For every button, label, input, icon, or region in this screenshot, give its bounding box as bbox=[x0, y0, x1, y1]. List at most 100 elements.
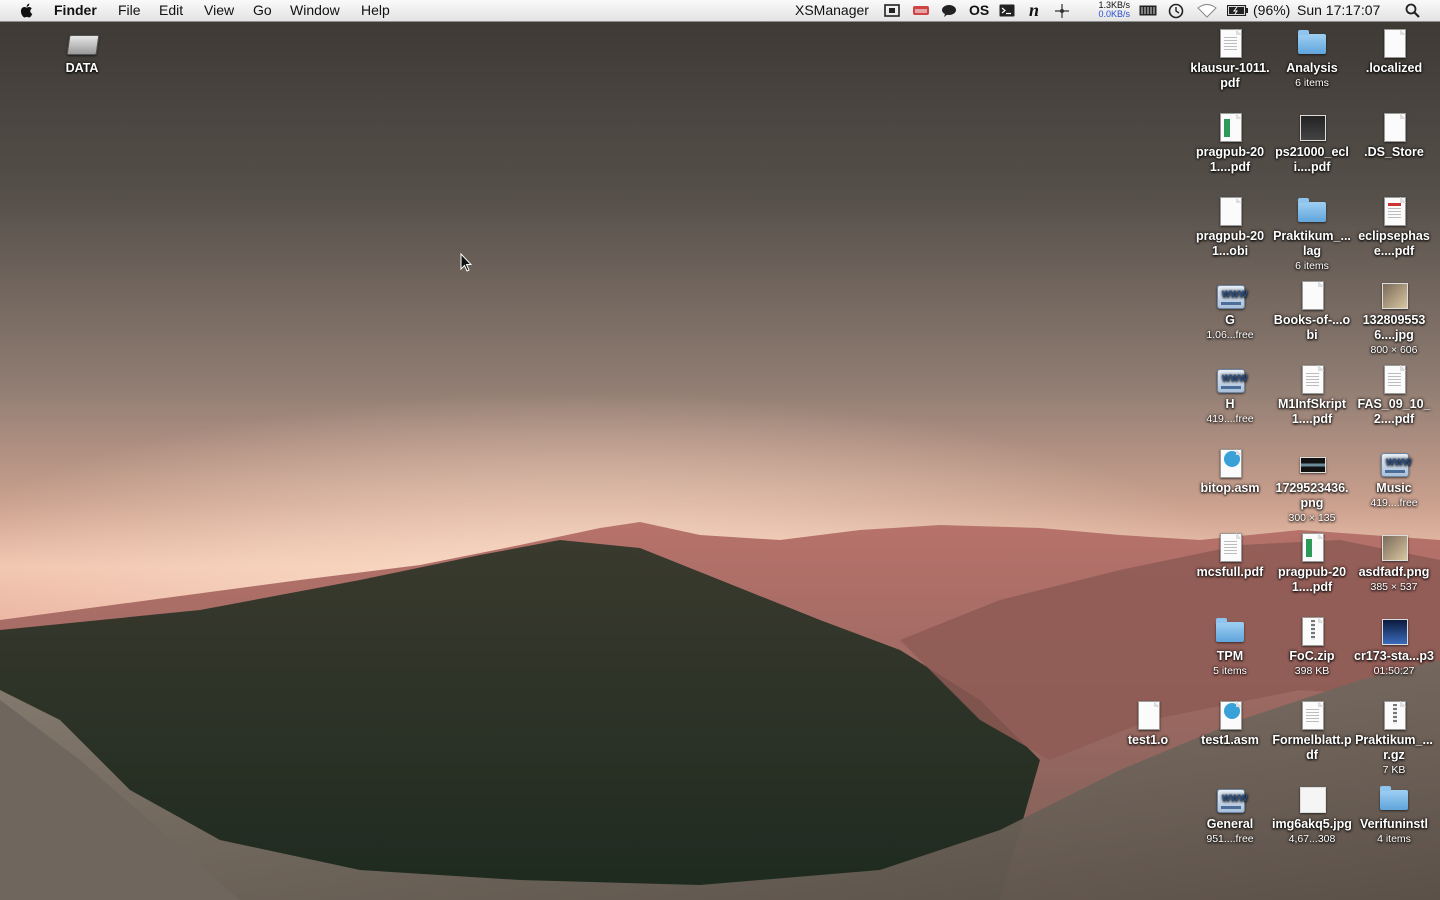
desktop-icon-label: Books-of-...obi bbox=[1273, 313, 1351, 342]
desktop-icon-info: 300 × 135 bbox=[1288, 512, 1336, 524]
desktop-icon-label: Verifuninstl bbox=[1359, 817, 1429, 831]
battery-percent[interactable]: (96%) bbox=[1253, 2, 1290, 19]
os-status[interactable]: OS bbox=[969, 2, 989, 19]
desktop-icon-label: G bbox=[1225, 313, 1235, 327]
desktop-icon-label: 1328095536....jpg bbox=[1362, 313, 1426, 342]
desktop-icon-label: mcsfull.pdf bbox=[1196, 565, 1264, 579]
desktop-icon-pragpub-201-pdf[interactable]: pragpub-201....pdf bbox=[1272, 531, 1352, 595]
memory-meter-icon[interactable] bbox=[1138, 2, 1158, 19]
pdf-icon bbox=[1296, 363, 1328, 395]
desktop-icon-label: cr173-sta...p3 bbox=[1354, 649, 1434, 663]
menu-go[interactable]: Go bbox=[253, 2, 272, 19]
mouse-pointer-icon bbox=[460, 253, 472, 272]
png-thumb-icon bbox=[1296, 447, 1328, 479]
desktop-icon-music[interactable]: WWW Music 419....free bbox=[1354, 447, 1434, 510]
menu-file[interactable]: File bbox=[118, 2, 141, 19]
desktop-icon-klausur-1011-pdf[interactable]: klausur-1011.pdf bbox=[1190, 27, 1270, 91]
desktop-icon-tpm[interactable]: TPM 5 items bbox=[1190, 615, 1270, 678]
desktop-icon-eclipsephase-pdf[interactable]: eclipsephase....pdf bbox=[1354, 195, 1434, 259]
desktop-icon-1328095536-jpg[interactable]: 1328095536....jpg 800 × 606 bbox=[1354, 279, 1434, 357]
menu-window[interactable]: Window bbox=[290, 2, 340, 19]
desktop-icon-info: 800 × 606 bbox=[1370, 344, 1418, 356]
keyboard-icon[interactable] bbox=[883, 2, 901, 19]
desktop-icon-label: Music bbox=[1376, 481, 1412, 495]
desktop-icon-praktikum-r-gz[interactable]: Praktikum_...r.gz 7 KB bbox=[1354, 699, 1434, 777]
desktop-icon-label: TPM bbox=[1216, 649, 1244, 663]
apple-menu-icon[interactable] bbox=[18, 2, 36, 19]
folder-icon bbox=[1296, 195, 1328, 227]
desktop-icon-label: pragpub-201....pdf bbox=[1277, 565, 1347, 594]
dark-thumb-icon bbox=[1296, 111, 1328, 143]
desktop-icon-label: M1InfSkript1....pdf bbox=[1277, 397, 1347, 426]
terminal-icon[interactable] bbox=[998, 2, 1016, 19]
clock[interactable]: Sun 17:17:07 bbox=[1297, 2, 1380, 19]
desktop-icon-1729523436-png[interactable]: 1729523436.png 300 × 135 bbox=[1272, 447, 1352, 525]
desktop-icon-general[interactable]: WWW General 951....free bbox=[1190, 783, 1270, 846]
desktop-icon-info: 4,67...308 bbox=[1288, 833, 1336, 845]
desktop-icon-test1-asm[interactable]: test1.asm bbox=[1190, 699, 1270, 748]
desktop-icon-analysis[interactable]: Analysis 6 items bbox=[1272, 27, 1352, 90]
zip-icon bbox=[1378, 699, 1410, 731]
desktop-icon-test1-o[interactable]: test1.o bbox=[1108, 699, 1188, 748]
zip-icon bbox=[1296, 615, 1328, 647]
desktop-icon-label: 1729523436.png bbox=[1275, 481, 1349, 510]
wifi-icon[interactable] bbox=[1196, 2, 1218, 19]
desktop-icon-ps21000-ecli-pdf[interactable]: ps21000_ecli....pdf bbox=[1272, 111, 1352, 175]
desktop-icon-info: 951....free bbox=[1206, 833, 1254, 845]
pdf-green-icon bbox=[1214, 111, 1246, 143]
desktop-icon-cr173-sta-p3[interactable]: cr173-sta...p3 01:50:27 bbox=[1354, 615, 1434, 678]
desktop-icon-img6akq5-jpg[interactable]: img6akq5.jpg 4,67...308 bbox=[1272, 783, 1352, 846]
xsmanager-status[interactable]: XSManager bbox=[795, 2, 869, 19]
desktop-icon-ds-store[interactable]: .DS_Store bbox=[1354, 111, 1434, 160]
desktop-icon-label: test1.o bbox=[1127, 733, 1169, 747]
document-icon bbox=[1214, 195, 1246, 227]
desktop-icon-fas-09-10-2-pdf[interactable]: FAS_09_10_2....pdf bbox=[1354, 363, 1434, 427]
desktop-icon-label: klausur-1011.pdf bbox=[1190, 61, 1270, 90]
desktop-icon-pragpub-201-obi[interactable]: pragpub-201...obi bbox=[1190, 195, 1270, 259]
pdf-green-icon bbox=[1296, 531, 1328, 563]
desktop-icon-verifuninstl[interactable]: Verifuninstl 4 items bbox=[1354, 783, 1434, 846]
desktop-icon-pragpub-201-pdf[interactable]: pragpub-201....pdf bbox=[1190, 111, 1270, 175]
desktop-icon-m1infskript1-pdf[interactable]: M1InfSkript1....pdf bbox=[1272, 363, 1352, 427]
folder-icon bbox=[1378, 783, 1410, 815]
desktop-icon-label: DATA bbox=[65, 61, 99, 75]
desktop-icon-formelblatt-pdf[interactable]: Formelblatt.pdf bbox=[1272, 699, 1352, 763]
time-machine-icon[interactable] bbox=[1167, 2, 1185, 19]
menu-app-name[interactable]: Finder bbox=[54, 2, 97, 19]
desktop-icon-label: pragpub-201...obi bbox=[1195, 229, 1265, 258]
growl-icon[interactable] bbox=[911, 2, 931, 19]
pdf-icon bbox=[1214, 27, 1246, 59]
photo-thumb-icon bbox=[1378, 531, 1410, 563]
desktop-icon-data[interactable]: DATA bbox=[42, 27, 122, 76]
notational-velocity-icon[interactable]: n bbox=[1025, 0, 1043, 20]
move-icon[interactable] bbox=[1053, 2, 1071, 19]
menu-edit[interactable]: Edit bbox=[159, 2, 183, 19]
desktop-icon-mcsfull-pdf[interactable]: mcsfull.pdf bbox=[1190, 531, 1270, 580]
menu-help[interactable]: Help bbox=[361, 2, 390, 19]
spotlight-search-icon[interactable] bbox=[1403, 2, 1421, 19]
hard-drive-icon bbox=[66, 27, 100, 59]
desktop-icon-books-of-obi[interactable]: Books-of-...obi bbox=[1272, 279, 1352, 343]
desktop-icon-info: 419....free bbox=[1206, 413, 1254, 425]
desktop-icon-localized[interactable]: .localized bbox=[1354, 27, 1434, 76]
desktop-icon-label: .DS_Store bbox=[1364, 145, 1424, 159]
desktop-icon-praktikum-lag[interactable]: Praktikum_...lag 6 items bbox=[1272, 195, 1352, 273]
desktop-icon-info: 5 items bbox=[1213, 665, 1247, 677]
desktop-icon-g[interactable]: WWW G 1.06...free bbox=[1190, 279, 1270, 342]
desktop-icon-bitop-asm[interactable]: bitop.asm bbox=[1190, 447, 1270, 496]
photo-thumb-icon bbox=[1378, 279, 1410, 311]
menu-view[interactable]: View bbox=[204, 2, 234, 19]
desktop-icon-label: eclipsephase....pdf bbox=[1358, 229, 1430, 258]
desktop-icon-info: 1.06...free bbox=[1206, 329, 1254, 341]
chat-icon[interactable] bbox=[940, 2, 958, 19]
network-speed[interactable]: 1.3KB/s 0.0KB/s bbox=[1092, 1, 1130, 19]
desktop-icon-info: 419....free bbox=[1370, 497, 1418, 509]
desktop-icon-asdfadf-png[interactable]: asdfadf.png 385 × 537 bbox=[1354, 531, 1434, 594]
desktop-icon-label: H bbox=[1225, 397, 1235, 411]
desktop-icon-foc-zip[interactable]: FoC.zip 398 KB bbox=[1272, 615, 1352, 678]
desktop-icon-h[interactable]: WWW H 419....free bbox=[1190, 363, 1270, 426]
desktop-icon-label: bitop.asm bbox=[1200, 481, 1260, 495]
battery-icon[interactable] bbox=[1227, 2, 1249, 19]
plain-thumb-icon bbox=[1296, 783, 1328, 815]
audio-thumb-icon bbox=[1378, 615, 1410, 647]
